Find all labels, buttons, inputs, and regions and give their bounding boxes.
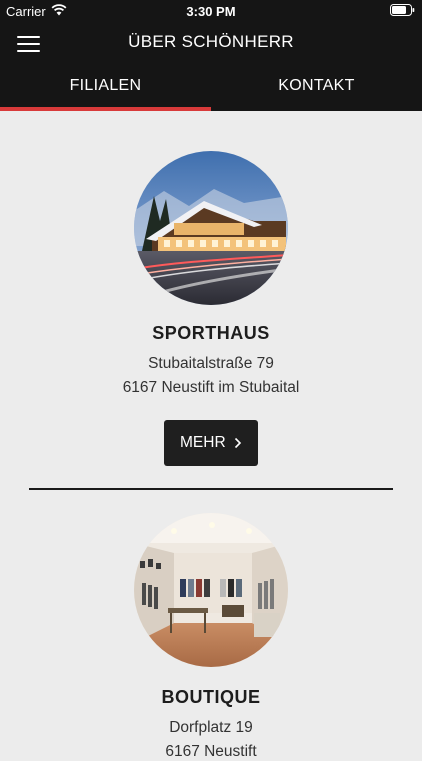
app-header: Carrier 3:30 PM ÜBER SCHÖNHERR FILIALEN …	[0, 0, 422, 111]
battery-icon	[390, 4, 415, 16]
branch-address-line2: 6167 Neustift	[165, 743, 257, 760]
branch-name-boutique: BOUTIQUE	[161, 687, 261, 707]
status-time: 3:30 PM	[186, 4, 236, 19]
branch-address-line1: Stubaitalstraße 79	[148, 355, 274, 372]
branch-name-sporthaus: SPORTHAUS	[152, 323, 270, 343]
branch-address-line2: 6167 Neustift im Stubaital	[122, 379, 300, 396]
section-divider	[29, 488, 393, 490]
chevron-right-icon	[234, 437, 242, 449]
status-bar: Carrier 3:30 PM	[0, 0, 422, 22]
tab-filialen[interactable]: FILIALEN	[0, 64, 211, 111]
page-title: ÜBER SCHÖNHERR	[128, 32, 294, 51]
mehr-button-label: MEHR	[180, 434, 226, 451]
boutique-photo	[134, 513, 288, 667]
mehr-button[interactable]: MEHR	[164, 420, 258, 466]
branch-address-line1: Dorfplatz 19	[169, 719, 253, 736]
tab-bar: FILIALEN KONTAKT	[0, 64, 422, 111]
tab-kontakt[interactable]: KONTAKT	[211, 64, 422, 111]
sporthaus-photo	[134, 151, 288, 305]
